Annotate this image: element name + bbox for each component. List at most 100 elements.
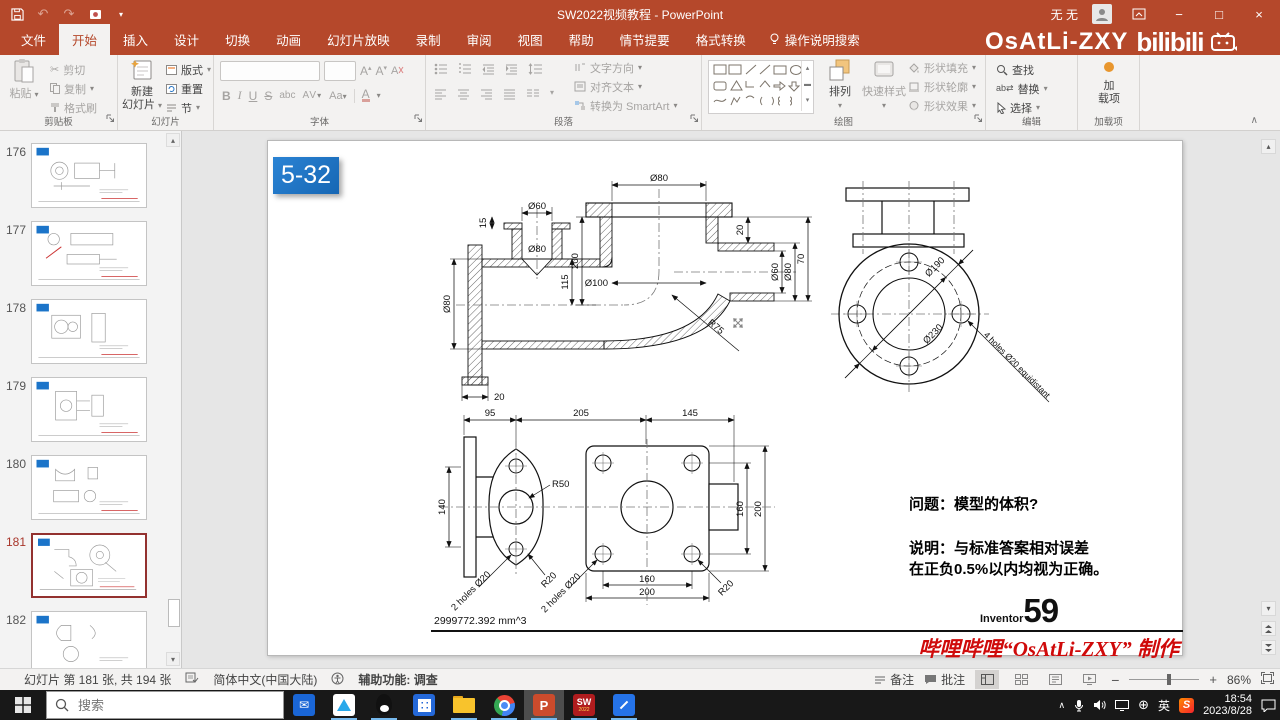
taskbar-app-qq[interactable] (364, 690, 404, 720)
bullets-icon[interactable] (434, 63, 448, 75)
tell-me-search[interactable]: 操作说明搜索 (759, 24, 870, 55)
shape-effects-button[interactable]: 形状效果 ▾ (908, 96, 976, 115)
start-button[interactable] (0, 690, 46, 720)
thumb-scroll-up[interactable]: ▴ (166, 133, 180, 147)
tab-record[interactable]: 录制 (403, 24, 454, 55)
canvas-scroll-down[interactable]: ▾ (1261, 601, 1276, 616)
reset-button[interactable]: 重置 (166, 79, 211, 98)
shape-fill-button[interactable]: 形状填充 ▾ (908, 58, 976, 77)
taskbar-app-powerpoint[interactable]: P (524, 690, 564, 720)
comments-button[interactable]: 批注 (924, 671, 965, 688)
taskbar-app-blue[interactable] (604, 690, 644, 720)
quick-styles-button[interactable]: 快速样式 ▾ (862, 58, 906, 112)
justify-icon[interactable] (503, 88, 516, 100)
minimize-button[interactable]: − (1166, 3, 1192, 25)
account-name[interactable]: 无 无 (1051, 6, 1078, 23)
ribbon-display-options-icon[interactable] (1126, 3, 1152, 25)
font-color-button[interactable]: A (361, 88, 370, 102)
new-slide-button[interactable]: 新建 幻灯片 ▾ (120, 58, 164, 112)
tab-help[interactable]: 帮助 (556, 24, 607, 55)
tab-view[interactable]: 视图 (505, 24, 556, 55)
zoom-in-button[interactable]: + (1209, 672, 1217, 687)
tab-design[interactable]: 设计 (161, 24, 212, 55)
copy-button[interactable]: 复制 ▾ (50, 79, 97, 98)
text-direction-button[interactable]: 文字方向 ▾ (574, 58, 677, 77)
slide-181[interactable]: 5-32 Ø80 Ø60 15 Ø80 20 Ø60 Ø80 70 200 11… (267, 140, 1183, 661)
slideshow-button[interactable] (1077, 670, 1101, 689)
taskbar-file-explorer[interactable] (444, 690, 484, 720)
shape-outline-button[interactable]: 形状轮廓 ▾ (908, 77, 976, 96)
thumbnail-scrollbar[interactable]: ▴ ▾ (166, 131, 180, 668)
align-right-icon[interactable] (480, 88, 493, 100)
italic-button[interactable]: I (238, 88, 242, 103)
paragraph-dialog-launcher[interactable] (690, 110, 699, 128)
clipboard-dialog-launcher[interactable] (106, 110, 115, 128)
thumbnail-177[interactable]: 177 (0, 221, 181, 286)
taskbar-search[interactable] (46, 691, 284, 719)
tab-storyboard[interactable]: 情节提要 (607, 24, 683, 55)
char-spacing-button[interactable]: AV▾ (302, 90, 322, 101)
underline-button[interactable]: U (249, 89, 258, 103)
numbering-icon[interactable] (458, 63, 472, 75)
outdent-icon[interactable] (482, 63, 495, 75)
taskbar-app-thunder[interactable] (324, 690, 364, 720)
shapes-scroll-down[interactable]: ▾ (802, 93, 813, 109)
font-size-select[interactable] (324, 61, 356, 81)
shapes-scroll-up[interactable]: ▴ (802, 61, 813, 77)
tab-home[interactable]: 开始 (59, 24, 111, 55)
thumbnail-178[interactable]: 178 (0, 299, 181, 364)
strikethrough-button[interactable]: S (264, 89, 272, 103)
close-button[interactable]: × (1246, 3, 1272, 25)
thumbnail-176[interactable]: 176 (0, 143, 181, 208)
display-icon[interactable] (1115, 699, 1130, 711)
align-text-button[interactable]: 对齐文本 ▾ (574, 77, 677, 96)
spellcheck-icon[interactable] (185, 672, 199, 687)
paste-button[interactable]: 粘贴 ▾ (2, 58, 46, 101)
smartart-button[interactable]: 转换为 SmartArt ▾ (574, 96, 677, 115)
layout-button[interactable]: 版式 ▾ (166, 60, 211, 79)
zoom-slider-handle[interactable] (1167, 674, 1172, 685)
action-center-icon[interactable] (1261, 699, 1276, 712)
zoom-level[interactable]: 86% (1227, 673, 1251, 687)
tray-expand-icon[interactable]: ∧ (1059, 700, 1066, 711)
tab-animations[interactable]: 动画 (263, 24, 314, 55)
restore-button[interactable]: □ (1206, 3, 1232, 25)
font-dialog-launcher[interactable] (414, 110, 423, 128)
tab-file[interactable]: 文件 (8, 24, 59, 55)
tab-insert[interactable]: 插入 (110, 24, 161, 55)
align-left-icon[interactable] (434, 88, 447, 100)
taskbar-app-docs[interactable] (404, 690, 444, 720)
columns-icon[interactable] (526, 88, 540, 100)
bold-button[interactable]: B (222, 89, 231, 103)
grow-font-button[interactable]: A▴ (360, 64, 372, 78)
arrange-button[interactable]: 排列 ▾ (818, 58, 862, 112)
shapes-scroll-mid[interactable]: ▬ (802, 77, 813, 93)
speaker-icon[interactable] (1093, 699, 1106, 711)
indent-icon[interactable] (505, 63, 518, 75)
previous-slide-button[interactable] (1261, 621, 1276, 636)
thumbnail-181-selected[interactable]: 181 (0, 533, 181, 598)
drawing-dialog-launcher[interactable] (974, 110, 983, 128)
tab-slideshow[interactable]: 幻灯片放映 (314, 24, 403, 55)
taskbar-app-browser[interactable] (484, 690, 524, 720)
sogou-icon[interactable]: S (1179, 697, 1195, 713)
shrink-font-button[interactable]: A▾ (376, 64, 388, 78)
align-center-icon[interactable] (457, 88, 470, 100)
replace-button[interactable]: ab⇄ 替换 ▾ (996, 79, 1048, 98)
reading-view-button[interactable] (1043, 670, 1067, 689)
network-globe-icon[interactable]: ⊕ (1138, 697, 1149, 713)
zoom-out-button[interactable]: − (1111, 672, 1119, 688)
slide-sorter-view-button[interactable] (1009, 670, 1033, 689)
fit-to-window-button[interactable] (1261, 672, 1274, 687)
shadow-button[interactable]: abc (279, 90, 295, 101)
search-input[interactable] (76, 696, 260, 714)
thumbnail-180[interactable]: 180 (0, 455, 181, 520)
find-button[interactable]: 查找 (996, 60, 1048, 79)
language-indicator[interactable]: 简体中文(中国大陆) (213, 671, 317, 688)
tab-transitions[interactable]: 切换 (212, 24, 263, 55)
normal-view-button[interactable] (975, 670, 1000, 689)
taskbar-app-mail[interactable]: ✉ (284, 690, 324, 720)
ime-indicator[interactable]: 英 (1158, 697, 1170, 714)
line-spacing-icon[interactable] (528, 63, 543, 75)
taskbar-app-solidworks[interactable]: SW 2022 (564, 690, 604, 720)
